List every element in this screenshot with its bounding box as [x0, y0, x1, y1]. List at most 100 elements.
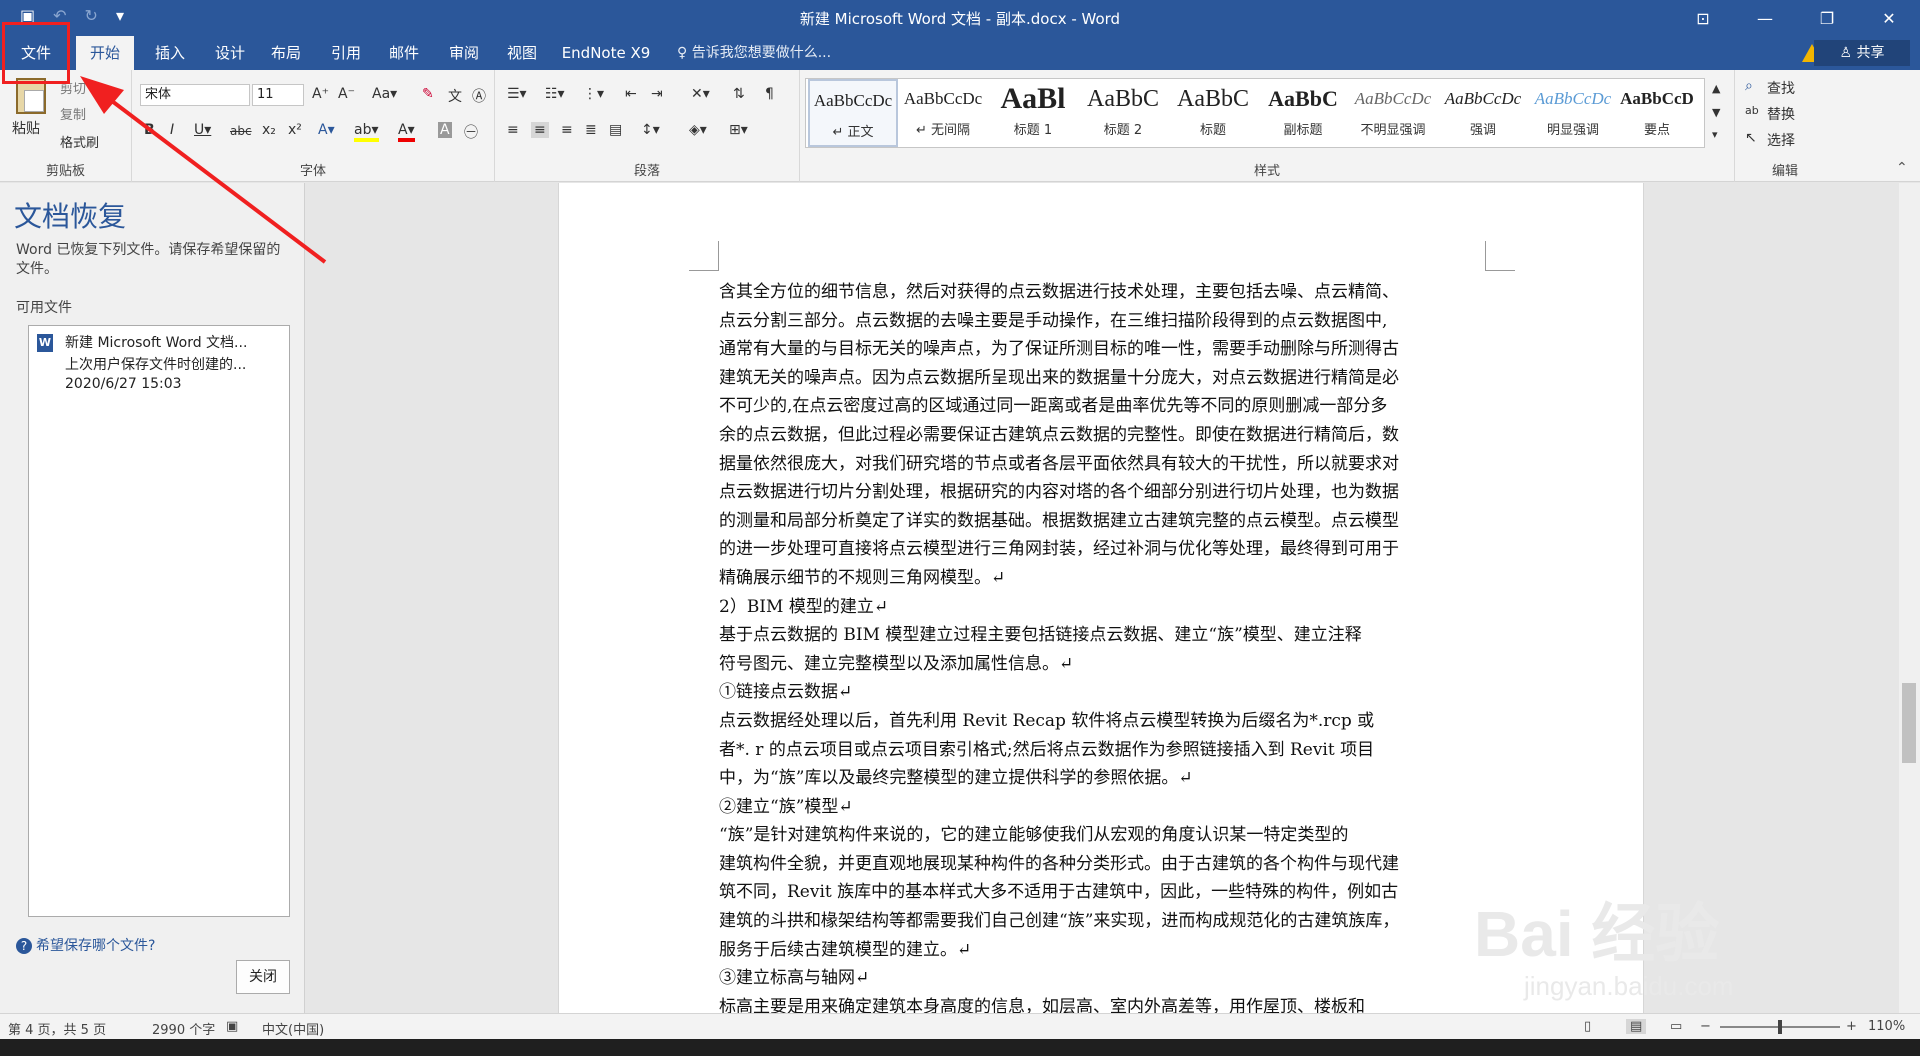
close-button[interactable]: 关闭 [236, 960, 290, 994]
zoom-slider-knob[interactable] [1778, 1020, 1782, 1034]
proofing-icon[interactable]: ▣ [226, 1019, 238, 1034]
zoom-level[interactable]: 110% [1868, 1019, 1905, 1034]
replace-button[interactable]: 替换 [1767, 104, 1795, 124]
minimize-icon[interactable]: — [1734, 0, 1796, 36]
document-line[interactable]: 服务于后续古建筑模型的建立。↵ [719, 936, 1485, 965]
numbering-icon[interactable]: ☷▾ [545, 86, 565, 102]
web-layout-icon[interactable]: ▭ [1670, 1019, 1682, 1034]
tab-endnote[interactable]: EndNote X9 [556, 36, 656, 70]
line-spacing-icon[interactable]: ↕▾ [641, 122, 660, 138]
language[interactable]: 中文(中国) [262, 1019, 324, 1038]
change-case-icon[interactable]: Aa▾ [372, 86, 397, 102]
sort-icon[interactable]: ⇅ [733, 86, 745, 102]
close-icon[interactable]: ✕ [1858, 0, 1920, 36]
justify-icon[interactable]: ≣ [585, 122, 597, 138]
tab-view[interactable]: 视图 [498, 36, 546, 70]
style-heading-2[interactable]: AaBbC 标题 2 [1078, 79, 1168, 147]
document-line[interactable]: 者*. r 的点云项目或点云项目索引格式;然后将点云数据作为参照链接插入到 Re… [719, 736, 1485, 765]
style-intense-emphasis[interactable]: AaBbCcDc 明显强调 [1528, 79, 1618, 147]
char-border-icon[interactable]: Ⓐ [472, 86, 486, 106]
word-count[interactable]: 2990 个字 [152, 1019, 215, 1038]
collapse-ribbon-icon[interactable]: ⌃ [1896, 160, 1908, 176]
style-normal[interactable]: AaBbCcDc ↵ 正文 [808, 79, 898, 147]
multilevel-list-icon[interactable]: ⋮▾ [583, 86, 604, 102]
paste-button[interactable]: 粘贴 [12, 118, 40, 138]
style-emphasis[interactable]: AaBbCcDc 强调 [1438, 79, 1528, 147]
read-mode-icon[interactable]: ▯ [1584, 1019, 1591, 1034]
document-line[interactable]: 筑不同，Revit 族库中的基本样式大多不适用于古建筑中，因此，一些特殊的构件，… [719, 878, 1485, 907]
phonetic-guide-icon[interactable]: 文 [448, 86, 462, 106]
tab-mailings[interactable]: 邮件 [380, 36, 428, 70]
subscript-icon[interactable]: x₂ [262, 122, 276, 138]
font-color-icon[interactable]: A▾ [398, 122, 415, 142]
font-name-select[interactable]: 宋体 [140, 84, 250, 106]
document-line[interactable]: 不可少的,在点云密度过高的区域通过同一距离或者是曲率优先等不同的原则删减一部分多 [719, 392, 1485, 421]
bullets-icon[interactable]: ☰▾ [507, 86, 527, 102]
document-line[interactable]: 据量依然很庞大，对我们研究塔的节点或者各层平面依然具有较大的干扰性，所以就要求对 [719, 450, 1485, 479]
document-line[interactable]: 符号图元、建立完整模型以及添加属性信息。↵ [719, 650, 1485, 679]
document-line[interactable]: 建筑的斗拱和椽架结构等都需要我们自己创建“族”来实现，进而构成规范化的古建筑族库… [719, 907, 1485, 936]
increase-indent-icon[interactable]: ⇥ [651, 86, 663, 102]
align-center-icon[interactable]: ≡ [531, 122, 549, 138]
share-button[interactable]: ♙ 共享 [1814, 40, 1910, 66]
text-effects-icon[interactable]: A▾ [318, 122, 335, 138]
underline-icon[interactable]: U▾ [194, 122, 211, 138]
borders-icon[interactable]: ⊞▾ [729, 122, 748, 138]
style-subtle-emphasis[interactable]: AaBbCcDc 不明显强调 [1348, 79, 1438, 147]
grow-font-icon[interactable]: A⁺ [312, 86, 329, 102]
document-line[interactable]: “族”是针对建筑构件来说的，它的建立能够使我们从宏观的角度认识某一特定类型的 [719, 821, 1485, 850]
format-painter-button[interactable]: 格式刷 [60, 132, 99, 151]
superscript-icon[interactable]: x² [288, 122, 302, 138]
tell-me-search[interactable]: ♀ 告诉我您想要做什么... [677, 36, 831, 70]
document-line[interactable]: 含其全方位的细节信息，然后对获得的点云数据进行技术处理，主要包括去噪、点云精简、 [719, 278, 1485, 307]
document-line[interactable]: 标高主要是用来确定建筑本身高度的信息，如层高、室内外高差等，用作屋顶、楼板和 [719, 993, 1485, 1013]
restore-icon[interactable]: ❐ [1796, 0, 1858, 36]
decrease-indent-icon[interactable]: ⇤ [625, 86, 637, 102]
document-line[interactable]: 点云分割三部分。点云数据的去噪主要是手动操作，在三维扫描阶段得到的点云数据图中, [719, 307, 1485, 336]
style-title[interactable]: AaBbC 标题 [1168, 79, 1258, 147]
tab-review[interactable]: 审阅 [440, 36, 488, 70]
shading-icon[interactable]: ◈▾ [689, 122, 707, 138]
document-line[interactable]: ②建立“族”模型↵ [719, 793, 1485, 822]
zoom-slider[interactable] [1720, 1020, 1840, 1034]
style-subtitle[interactable]: AaBbC 副标题 [1258, 79, 1348, 147]
document-line[interactable]: 建筑无关的噪声点。因为点云数据所呈现出来的数据量十分庞大，对点云数据进行精简是必 [719, 364, 1485, 393]
styles-scroll-down-icon[interactable]: ▼ [1712, 106, 1720, 119]
document-line[interactable]: 基于点云数据的 BIM 模型建立过程主要包括链接点云数据、建立“族”模型、建立注… [719, 621, 1485, 650]
find-icon[interactable]: ⌕ [1745, 78, 1753, 94]
vertical-scrollbar[interactable] [1899, 183, 1920, 1013]
align-left-icon[interactable]: ≡ [507, 122, 519, 138]
tab-design[interactable]: 设计 [206, 36, 254, 70]
show-marks-icon[interactable]: ¶ [765, 86, 774, 102]
document-line[interactable]: 的测量和局部分析奠定了详实的数据基础。根据数据建立古建筑完整的点云模型。点云模型 [719, 507, 1485, 536]
scrollbar-thumb[interactable] [1902, 683, 1916, 763]
style-no-spacing[interactable]: AaBbCcDc ↵ 无间隔 [898, 79, 988, 147]
find-button[interactable]: 查找 [1767, 78, 1795, 98]
styles-scroll-up-icon[interactable]: ▲ [1712, 82, 1720, 95]
italic-icon[interactable]: I [170, 122, 174, 138]
document-line[interactable]: 中，为“族”库以及最终完整模型的建立提供科学的参照依据。↵ [719, 764, 1485, 793]
tab-layout[interactable]: 布局 [262, 36, 310, 70]
zoom-out-icon[interactable]: − [1700, 1019, 1711, 1034]
document-line[interactable]: 建筑构件全貌，并更直观地展现某种构件的各种分类形式。由于古建筑的各个构件与现代建 [719, 850, 1485, 879]
help-link[interactable]: ? 希望保存哪个文件? [16, 935, 155, 955]
tab-insert[interactable]: 插入 [146, 36, 194, 70]
strikethrough-icon[interactable]: abc [230, 124, 252, 138]
document-line[interactable]: 2）BIM 模型的建立↵ [719, 593, 1485, 622]
clear-format-icon[interactable]: ✎ [422, 86, 434, 102]
bold-icon[interactable]: B [144, 122, 155, 138]
document-line[interactable]: ①链接点云数据↵ [719, 678, 1485, 707]
style-strong[interactable]: AaBbCcD 要点 [1612, 79, 1702, 147]
document-line[interactable]: 点云数据进行切片分割处理，根据研究的内容对塔的各个细部分别进行切片处理，也为数据 [719, 478, 1485, 507]
chinese-layout-icon[interactable]: ✕▾ [691, 86, 710, 102]
enclose-char-icon[interactable]: ㊀ [464, 122, 478, 142]
document-line[interactable]: ③建立标高与轴网↵ [719, 964, 1485, 993]
replace-icon[interactable]: ab [1745, 104, 1759, 117]
tab-references[interactable]: 引用 [322, 36, 370, 70]
char-shading-icon[interactable]: A [438, 122, 452, 138]
document-line[interactable]: 精确展示细节的不规则三角网模型。↵ [719, 564, 1485, 593]
print-layout-icon[interactable]: ▤ [1626, 1019, 1647, 1034]
styles-more-icon[interactable]: ▾ [1712, 128, 1718, 141]
font-size-select[interactable]: 11 [252, 84, 304, 106]
tab-home[interactable]: 开始 [76, 36, 134, 70]
